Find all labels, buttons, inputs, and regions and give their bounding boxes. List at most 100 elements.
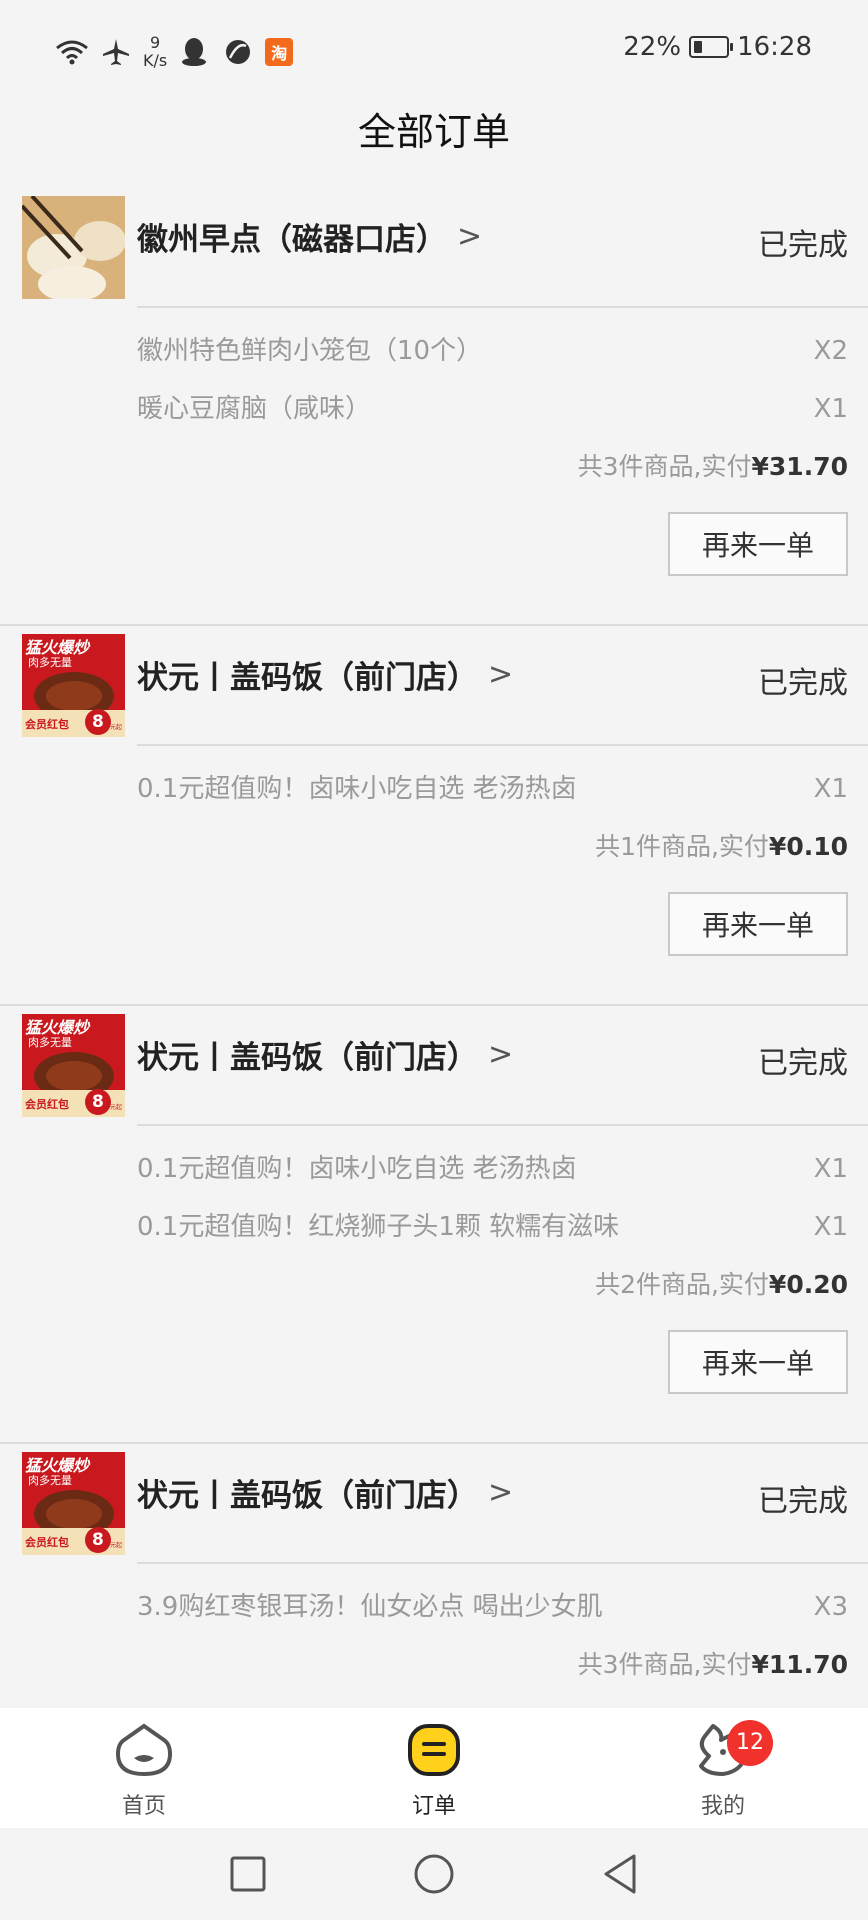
bottom-tab-bar: 首页 订单 我的 12 <box>0 1708 868 1828</box>
promo-subline: 肉多无量 <box>28 1036 72 1049</box>
item-name: 0.1元超值购！卤味小吃自选 老汤热卤 <box>137 774 577 804</box>
promo-subline: 肉多无量 <box>28 1474 72 1487</box>
chevron-right-icon: > <box>457 219 483 254</box>
battery-icon <box>689 36 734 58</box>
shop-name-link[interactable]: 状元丨盖码饭（前门店） > <box>137 652 513 697</box>
promo-unit: 元起 <box>110 1104 123 1111</box>
wifi-icon <box>55 35 89 69</box>
tab-label: 首页 <box>121 1794 166 1819</box>
promo-tag: 会员红包 <box>25 718 69 731</box>
net-speed: 9 K/s <box>143 33 168 70</box>
item-qty: X1 <box>813 394 848 424</box>
reorder-button[interactable]: 再来一单 <box>668 1330 848 1394</box>
home-icon <box>115 1723 173 1777</box>
shop-name: 状元丨盖码饭（前门店） <box>137 1478 478 1514</box>
shop-name: 徽州早点（磁器口店） <box>137 222 447 258</box>
summary-text: 共2件商品,实付 <box>595 1270 769 1299</box>
system-nav-bar <box>0 1828 868 1920</box>
chevron-right-icon: > <box>488 657 514 692</box>
tab-orders[interactable]: 订单 <box>374 1722 494 1820</box>
chevron-right-icon: > <box>488 1037 514 1072</box>
order-total: ¥0.10 <box>768 832 848 861</box>
promo-amount: 8 <box>92 1530 104 1550</box>
notification-badge: 12 <box>727 1720 773 1766</box>
tab-profile[interactable]: 我的 12 <box>663 1720 783 1820</box>
promo-subline: 肉多无量 <box>28 656 72 669</box>
item-qty: X3 <box>813 1592 848 1622</box>
reorder-button[interactable]: 再来一单 <box>668 892 848 956</box>
promo-amount: 8 <box>92 1092 104 1112</box>
tab-label: 订单 <box>411 1794 456 1819</box>
order-card[interactable]: 猛火爆炒 肉多无量 会员红包 8 元起 状元丨盖码饭（前门店） > 已完成 3.… <box>0 1444 868 1694</box>
order-status: 已完成 <box>758 228 848 263</box>
chevron-right-icon: > <box>488 1475 514 1510</box>
back-button[interactable] <box>596 1850 644 1898</box>
shop-name: 状元丨盖码饭（前门店） <box>137 660 478 696</box>
shop-name-link[interactable]: 徽州早点（磁器口店） > <box>137 214 482 259</box>
promo-unit: 元起 <box>110 1542 123 1549</box>
home-button[interactable] <box>410 1850 458 1898</box>
promo-tag: 会员红包 <box>25 1098 69 1111</box>
order-item: 3.9购红枣银耳汤！仙女必点 喝出少女肌 X3 <box>137 1578 848 1636</box>
item-name: 暖心豆腐脑（咸味） <box>137 394 372 424</box>
item-qty: X2 <box>813 336 848 366</box>
order-total: ¥31.70 <box>751 452 848 481</box>
taobao-icon: 淘 <box>265 38 294 66</box>
shop-thumbnail-promo: 猛火爆炒 肉多无量 会员红包 8 元起 <box>22 1452 125 1555</box>
reorder-button[interactable]: 再来一单 <box>668 512 848 576</box>
promo-tag: 会员红包 <box>25 1536 69 1549</box>
circle-icon <box>414 1854 454 1894</box>
order-total: ¥11.70 <box>751 1650 848 1679</box>
order-status: 已完成 <box>758 666 848 701</box>
shop-thumbnail-dumplings <box>22 196 125 299</box>
item-qty: X1 <box>813 1212 848 1242</box>
shop-thumbnail-promo: 猛火爆炒 肉多无量 会员红包 8 元起 <box>22 634 125 737</box>
order-card[interactable]: 猛火爆炒 肉多无量 会员红包 8 元起 状元丨盖码饭（前门店） > 已完成 0.… <box>0 626 868 1006</box>
shop-name: 状元丨盖码饭（前门店） <box>137 1040 478 1076</box>
promo-unit: 元起 <box>110 724 123 731</box>
shop-row[interactable]: 猛火爆炒 肉多无量 会员红包 8 元起 状元丨盖码饭（前门店） > 已完成 <box>0 626 868 744</box>
recent-apps-button[interactable] <box>224 1850 272 1898</box>
order-item: 0.1元超值购！卤味小吃自选 老汤热卤 X1 <box>137 760 848 818</box>
order-item: 0.1元超值购！红烧狮子头1颗 软糯有滋味 X1 <box>137 1198 848 1256</box>
item-name: 3.9购红枣银耳汤！仙女必点 喝出少女肌 <box>137 1592 603 1622</box>
order-item: 徽州特色鲜肉小笼包（10个） X2 <box>137 322 848 380</box>
order-status: 已完成 <box>758 1484 848 1519</box>
item-qty: X1 <box>813 1154 848 1184</box>
shop-row[interactable]: 猛火爆炒 肉多无量 会员红包 8 元起 状元丨盖码饭（前门店） > 已完成 <box>0 1444 868 1562</box>
order-total: ¥0.20 <box>768 1270 848 1299</box>
browser-icon <box>221 35 255 69</box>
summary-text: 共3件商品,实付 <box>577 452 752 481</box>
status-bar: 9 K/s 淘 22% 16:28 <box>0 0 868 100</box>
promo-amount: 8 <box>92 712 104 732</box>
order-item: 暖心豆腐脑（咸味） X1 <box>137 380 848 438</box>
item-qty: X1 <box>813 774 848 804</box>
order-card[interactable]: 徽州早点（磁器口店） > 已完成 徽州特色鲜肉小笼包（10个） X2 暖心豆腐脑… <box>0 188 868 626</box>
order-item: 0.1元超值购！卤味小吃自选 老汤热卤 X1 <box>137 1140 848 1198</box>
order-summary: 共3件商品,实付¥11.70 <box>0 1636 868 1694</box>
shop-row[interactable]: 徽州早点（磁器口店） > 已完成 <box>0 188 868 306</box>
order-summary: 共3件商品,实付¥31.70 <box>0 438 868 496</box>
item-name: 徽州特色鲜肉小笼包（10个） <box>137 336 483 366</box>
summary-text: 共1件商品,实付 <box>595 832 769 861</box>
battery-percent: 22% <box>623 32 682 62</box>
item-name: 0.1元超值购！红烧狮子头1颗 软糯有滋味 <box>137 1212 620 1242</box>
tab-label: 我的 <box>700 1794 745 1819</box>
order-summary: 共2件商品,实付¥0.20 <box>0 1256 868 1314</box>
page-title: 全部订单 <box>357 110 510 154</box>
shop-name-link[interactable]: 状元丨盖码饭（前门店） > <box>137 1470 513 1515</box>
shop-row[interactable]: 猛火爆炒 肉多无量 会员红包 8 元起 状元丨盖码饭（前门店） > 已完成 <box>0 1006 868 1124</box>
triangle-back-icon <box>604 1854 636 1894</box>
order-list[interactable]: 徽州早点（磁器口店） > 已完成 徽州特色鲜肉小笼包（10个） X2 暖心豆腐脑… <box>0 188 868 1708</box>
square-icon <box>230 1856 266 1892</box>
order-status: 已完成 <box>758 1046 848 1081</box>
tab-home[interactable]: 首页 <box>84 1722 204 1820</box>
qq-icon <box>177 35 211 69</box>
order-summary: 共1件商品,实付¥0.10 <box>0 818 868 876</box>
orders-icon <box>408 1724 460 1776</box>
airplane-icon <box>99 35 133 69</box>
shop-name-link[interactable]: 状元丨盖码饭（前门店） > <box>137 1032 513 1077</box>
order-card[interactable]: 猛火爆炒 肉多无量 会员红包 8 元起 状元丨盖码饭（前门店） > 已完成 0.… <box>0 1006 868 1444</box>
page-header: 全部订单 <box>0 100 868 190</box>
clock: 16:28 <box>737 32 812 62</box>
